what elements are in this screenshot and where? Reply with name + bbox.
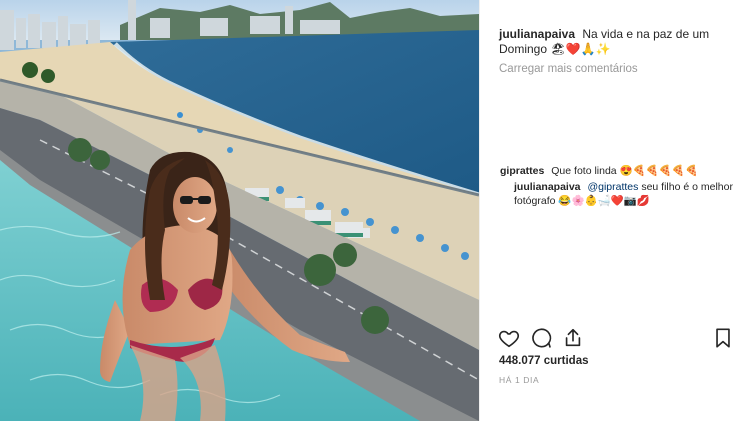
- share-icon[interactable]: [562, 327, 584, 349]
- reply-mention[interactable]: @giprattes: [587, 181, 638, 193]
- bookmark-icon[interactable]: [712, 327, 734, 349]
- likes-count[interactable]: 448.077 curtidas: [499, 355, 589, 367]
- reply-username[interactable]: juulianapaiva: [514, 181, 581, 193]
- comment-text: Que foto linda: [551, 165, 617, 177]
- post-timestamp[interactable]: HÁ 1 DIA: [499, 375, 539, 385]
- beach-pool-photo: [0, 0, 479, 421]
- post-caption: juulianapaiva Na vida e na paz de um Dom…: [499, 27, 739, 57]
- post-side-panel: juulianapaiva Na vida e na paz de um Dom…: [479, 0, 750, 421]
- caption-emojis: 🏖❤️🙏✨: [550, 42, 611, 56]
- comment-username[interactable]: giprattes: [500, 165, 544, 177]
- comment-emojis: 😍🍕🍕🍕🍕🍕: [619, 165, 699, 177]
- caption-username[interactable]: juulianapaiva: [499, 27, 575, 41]
- comment-item: giprattes Que foto linda 😍🍕🍕🍕🍕🍕: [500, 165, 740, 178]
- reply-emojis: 😂🌸👶🛁❤️📷💋: [558, 195, 650, 207]
- comment-icon[interactable]: [530, 327, 552, 349]
- heart-icon[interactable]: [498, 327, 520, 349]
- post-actions: [498, 327, 738, 351]
- load-more-comments-link[interactable]: Carregar mais comentários: [499, 63, 638, 75]
- post-photo[interactable]: [0, 0, 479, 421]
- reply-item: juulianapaiva @giprattes seu filho é o m…: [514, 180, 734, 208]
- instagram-post: juulianapaiva Na vida e na paz de um Dom…: [0, 0, 750, 421]
